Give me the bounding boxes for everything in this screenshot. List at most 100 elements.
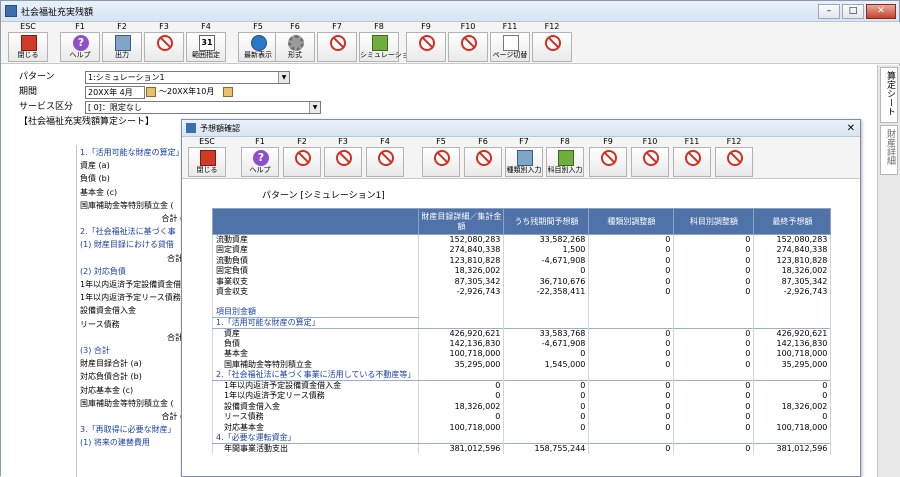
disabled-button[interactable] [324,147,362,177]
table-row[interactable]: 負債 142,136,830 -4,671,908 0 0 142,136,830 [211,338,832,349]
table-row[interactable]: 固定資産 274,840,338 1,500 0 0 274,840,338 [211,245,832,256]
row-label: 固定資産 [211,245,420,256]
cell-value: 426,920,621 [753,327,832,339]
calendar-icon[interactable] [223,87,233,97]
column-header: うち残期間予想額 [503,208,590,235]
period-from-field[interactable]: 20XX年 4月 [85,86,145,99]
disabled-button[interactable] [532,32,572,62]
ページ切替-button[interactable]: ページ切替 [490,32,530,62]
cell-value: 0 [673,338,755,349]
chevron-down-icon[interactable]: ▼ [309,102,320,113]
table-row[interactable]: 事業収支 87,305,342 36,710,676 0 0 87,305,342 [211,276,832,287]
ヘルプ-button[interactable]: ? ヘルプ [241,147,279,177]
main-key-f6: F6 形式 [273,22,317,64]
disabled-button[interactable] [144,32,184,62]
minimize-button[interactable]: – [818,3,840,19]
sheet-line: (1) 財産目録における貸借 [80,240,174,250]
cell-value [418,297,505,307]
main-window: 社会福祉充実残額 – □ ✕ ESC 閉じる F1? ヘルプ F2 出力 F3 F4 31 範囲指… [0,0,900,477]
閉じる-button[interactable]: 閉じる [8,32,48,62]
table-row[interactable]: 年間事業活動支出 381,012,596 158,755,244 0 0 381,012,… [211,443,832,454]
exit-icon [200,150,216,166]
tab-asset-detail[interactable]: 財産詳細 [880,125,898,175]
disabled-button[interactable] [422,147,460,177]
disabled-button[interactable] [464,147,502,177]
cell-value [753,433,832,444]
種類別入力-button[interactable]: 種類別入力 [505,147,543,177]
disabled-button[interactable] [366,147,404,177]
cell-value [418,306,505,317]
button-label: ヘルプ [69,51,91,59]
cell-value: 152,080,283 [753,234,832,245]
ヘルプ-button[interactable]: ? ヘルプ [60,32,100,62]
dialog-title-bar: 予想額確認 ✕ [182,120,860,137]
table-row[interactable]: 国庫補助金等特別積立金 35,295,000 1,545,000 0 0 35,295,0… [211,359,832,370]
dlg-key-f9: F9 [587,137,629,179]
table-row[interactable]: 資産 426,920,621 33,583,768 0 0 426,920,621 [211,327,832,339]
table-row[interactable]: リース債務 0 0 0 0 0 [211,412,832,423]
column-header: 最終予想額 [753,208,832,235]
disabled-button[interactable] [715,147,753,177]
cell-value: 123,810,828 [418,255,505,266]
形式-button[interactable]: 形式 [275,32,315,62]
disabled-button[interactable] [589,147,627,177]
disabled-button[interactable] [406,32,446,62]
科目別入力-button[interactable]: 科目別入力 [546,147,584,177]
period-to-field[interactable]: ～20XX年10月 [157,86,223,99]
table-row[interactable]: 流動資産 152,080,283 33,582,268 0 0 152,080,283 [211,234,832,245]
section-row: 1.「活用可能な財産の算定」 [211,317,832,329]
table-row[interactable]: 1年以内返済予定設備資金借入金 0 0 0 0 0 [211,380,832,391]
close-button[interactable]: ✕ [866,3,896,19]
service-select[interactable]: [ 0]：限定なし ▼ [85,101,321,114]
disabled-button[interactable] [448,32,488,62]
table-row[interactable]: 設備資金借入金 18,326,002 0 0 0 18,326,002 [211,401,832,412]
chevron-down-icon[interactable]: ▼ [278,72,289,83]
disabled-button[interactable] [673,147,711,177]
title-bar: 社会福祉充実残額 – □ ✕ [1,1,899,22]
main-key-esc: ESC 閉じる [6,22,50,64]
refresh-icon [251,35,267,51]
maximize-button[interactable]: □ [842,3,864,19]
function-key-label: F1 [255,137,265,146]
閉じる-button[interactable]: 閉じる [188,147,226,177]
tab-calc-sheet[interactable]: 算定シート [880,67,898,123]
calendar-icon[interactable] [146,87,156,97]
cell-value: 0 [588,276,675,287]
table-row[interactable]: 対応基本金 100,718,000 0 0 0 100,718,000 [211,422,832,433]
cell-value: 0 [588,359,675,370]
disabled-button[interactable] [631,147,669,177]
table-row [211,297,832,307]
table-row[interactable]: 流動負債 123,810,828 -4,671,908 0 0 123,810,828 [211,255,832,266]
disabled-button[interactable] [317,32,357,62]
book-green-icon [558,150,574,166]
function-key-label: F7 [519,137,529,146]
cell-value: 0 [503,349,590,360]
disabled-button[interactable] [283,147,321,177]
範囲指定-button[interactable]: 31 範囲指定 [186,32,226,62]
dialog-close-icon[interactable]: ✕ [847,123,855,134]
dialog-body: パターン [シミュレーション1] 財産目録詳細／集計金額 うち残期間予想額 種類別調… [182,180,860,476]
table-row[interactable]: 基本金 100,718,000 0 0 0 100,718,000 [211,349,832,360]
button-label: 形式 [288,51,302,59]
table-row[interactable]: 1年以内返済予定リース債務 0 0 0 0 0 [211,391,832,402]
disabled-icon [643,150,659,166]
row-label: 流動資産 [211,234,420,245]
cell-value [588,370,675,381]
function-key-label: F11 [502,22,518,31]
table-row[interactable]: 資金収支 -2,926,743 -22,358,411 0 0 -2,926,743 [211,287,832,298]
dlg-key-f6: F6 [462,137,504,179]
cell-value: 0 [673,266,755,277]
cell-value [503,370,590,381]
cell-value: 0 [673,287,755,298]
cell-value: 0 [588,234,675,245]
最新表示-button[interactable]: 最新表示 [238,32,278,62]
cell-value: 35,295,000 [418,359,505,370]
disabled-icon [685,150,701,166]
table-row[interactable]: 固定負債 18,326,002 0 0 0 18,326,002 [211,266,832,277]
cell-value: 18,326,002 [418,401,505,412]
出力-button[interactable]: 出力 [102,32,142,62]
シミュレーション-button[interactable]: シミュレーション [359,32,416,62]
disabled-icon [545,35,561,51]
cell-value: 100,718,000 [418,349,505,360]
pattern-select[interactable]: 1:シミュレーション1 ▼ [85,71,290,84]
